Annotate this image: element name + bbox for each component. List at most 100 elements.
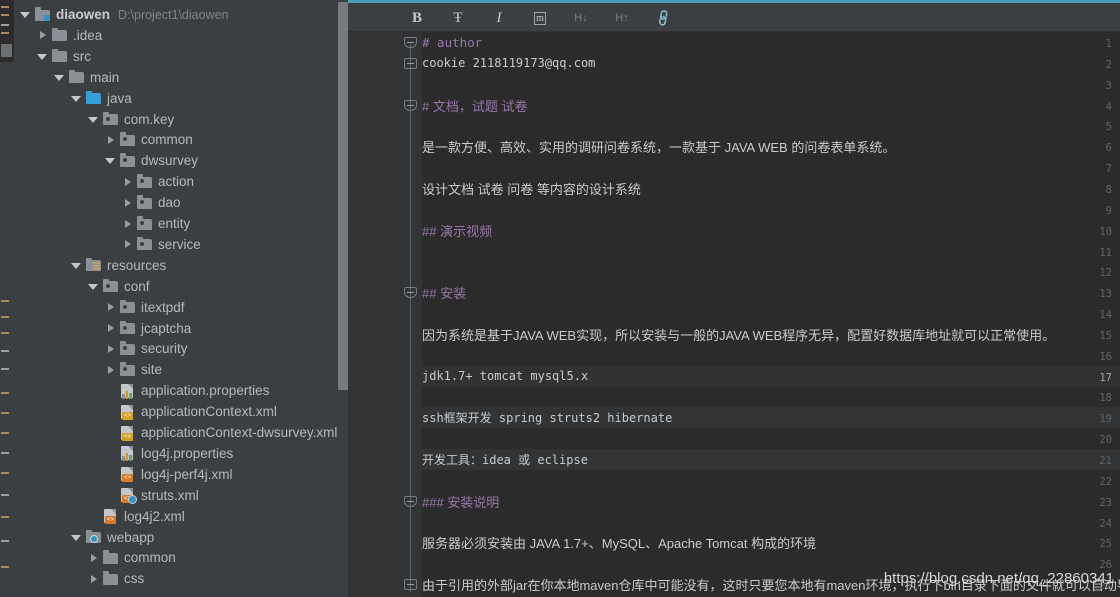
- tree-item-conf[interactable]: conf: [14, 276, 338, 297]
- properties-file-icon: [120, 445, 136, 462]
- editor-line[interactable]: [422, 345, 1120, 366]
- tree-item-application.properties[interactable]: application.properties: [14, 380, 338, 401]
- editor-line[interactable]: ## 安装: [422, 282, 1120, 303]
- tree-item-jcaptcha[interactable]: jcaptcha: [14, 318, 338, 339]
- tree-item-log4j-perf4j.xml[interactable]: <> log4j-perf4j.xml: [14, 464, 338, 485]
- chevron-right-icon[interactable]: [105, 323, 116, 334]
- tree-item-applicationcontext.xml[interactable]: <> applicationContext.xml: [14, 401, 338, 422]
- editor-line[interactable]: 设计文档 试卷 问卷 等内容的设计系统: [422, 178, 1120, 199]
- editor-gutter[interactable]: [348, 32, 400, 597]
- chevron-down-icon[interactable]: [71, 260, 82, 271]
- chevron-down-icon[interactable]: [88, 114, 99, 125]
- editor-line[interactable]: # author: [422, 32, 1120, 53]
- tree-item-label: site: [141, 362, 163, 378]
- editor-line-text: jdk1.7+ tomcat mysql5.x: [422, 369, 589, 384]
- fold-marker[interactable]: [404, 57, 417, 71]
- project-tree-panel[interactable]: diaowen D:\project1\diaowen .idea src main ja…: [14, 0, 338, 597]
- tree-item-itextpdf[interactable]: itextpdf: [14, 297, 338, 318]
- chevron-right-icon[interactable]: [122, 197, 133, 208]
- tree-item-common[interactable]: common: [14, 129, 338, 150]
- tree-item-resources[interactable]: resources: [14, 255, 338, 276]
- chevron-right-icon[interactable]: [122, 218, 133, 229]
- editor-line[interactable]: 是一款方便、高效、实用的调研问卷系统，一款基于 JAVA WEB 的问卷表单系统…: [422, 136, 1120, 157]
- tree-item-java[interactable]: java: [14, 88, 338, 109]
- editor-line[interactable]: [422, 199, 1120, 220]
- ide-window: diaowen D:\project1\diaowen .idea src main ja…: [0, 0, 1120, 597]
- fold-marker[interactable]: [404, 37, 417, 50]
- tree-item-.idea[interactable]: .idea: [14, 25, 338, 46]
- bold-icon[interactable]: B: [408, 9, 426, 27]
- chevron-right-icon[interactable]: [88, 552, 99, 563]
- editor-line[interactable]: # 文档，试题 试卷: [422, 95, 1120, 116]
- fold-marker[interactable]: [404, 495, 417, 509]
- markdown-editor[interactable]: B Ŧ Im H↓ H↑ 🔗 # author cookie 2118119173@qq.…: [348, 0, 1120, 597]
- chevron-down-icon[interactable]: [105, 155, 116, 166]
- editor-fold-gutter[interactable]: [400, 32, 422, 597]
- line-number: 17: [1099, 371, 1112, 384]
- editor-line[interactable]: 因为系统是基于JAVA WEB实现，所以安装与一般的JAVA WEB程序无异，配…: [422, 324, 1120, 345]
- tree-item-css[interactable]: css: [14, 568, 338, 589]
- tree-item-struts.xml[interactable]: <>struts.xml: [14, 485, 338, 506]
- editor-line[interactable]: [422, 512, 1120, 533]
- code-span-icon[interactable]: m: [531, 9, 549, 27]
- tree-item-diaowen[interactable]: diaowen D:\project1\diaowen: [14, 4, 338, 25]
- chevron-right-icon[interactable]: [88, 573, 99, 584]
- editor-line[interactable]: [422, 303, 1120, 324]
- heading-up-icon[interactable]: H↑: [613, 9, 631, 27]
- tree-item-service[interactable]: service: [14, 234, 338, 255]
- tree-item-applicationcontext-dwsurvey.xml[interactable]: <> applicationContext-dwsurvey.xml: [14, 422, 338, 443]
- heading-down-icon[interactable]: H↓: [572, 9, 590, 27]
- editor-line[interactable]: jdk1.7+ tomcat mysql5.x: [422, 365, 1120, 387]
- tree-item-entity[interactable]: entity: [14, 213, 338, 234]
- tree-item-dwsurvey[interactable]: dwsurvey: [14, 150, 338, 171]
- tree-item-dao[interactable]: dao: [14, 192, 338, 213]
- chevron-right-icon[interactable]: [105, 302, 116, 313]
- project-tree-scrollbar-thumb[interactable]: [338, 2, 348, 390]
- tree-item-common[interactable]: common: [14, 547, 338, 568]
- tree-item-src[interactable]: src: [14, 46, 338, 67]
- chevron-right-icon[interactable]: [122, 176, 133, 187]
- tree-item-security[interactable]: security: [14, 338, 338, 359]
- chevron-right-icon[interactable]: [105, 343, 116, 354]
- editor-line[interactable]: [422, 74, 1120, 95]
- editor-line[interactable]: [422, 470, 1120, 491]
- tree-item-action[interactable]: action: [14, 171, 338, 192]
- editor-line[interactable]: 服务器必须安装由 JAVA 1.7+、MySQL、Apache Tomcat 构…: [422, 532, 1120, 553]
- fold-marker[interactable]: [404, 287, 417, 300]
- tree-item-webapp[interactable]: webapp: [14, 527, 338, 548]
- chevron-down-icon[interactable]: [37, 51, 48, 62]
- strikethrough-icon[interactable]: Ŧ: [449, 9, 467, 27]
- editor-line[interactable]: [422, 115, 1120, 136]
- editor-line[interactable]: [422, 386, 1120, 407]
- line-number: 5: [1105, 121, 1112, 134]
- link-icon[interactable]: 🔗: [653, 8, 673, 28]
- chevron-down-icon[interactable]: [54, 72, 65, 83]
- tree-item-site[interactable]: site: [14, 359, 338, 380]
- chevron-down-icon[interactable]: [71, 532, 82, 543]
- chevron-right-icon[interactable]: [105, 364, 116, 375]
- italic-icon[interactable]: I: [490, 9, 508, 27]
- editor-text-area[interactable]: # author cookie 2118119173@qq.com # 文档，试题…: [422, 32, 1120, 597]
- editor-line[interactable]: 开发工具：idea 或 eclipse: [422, 449, 1120, 470]
- editor-line[interactable]: [422, 157, 1120, 178]
- editor-line[interactable]: cookie 2118119173@qq.com: [422, 53, 1120, 74]
- chevron-right-icon[interactable]: [105, 134, 116, 145]
- fold-marker[interactable]: [404, 99, 417, 113]
- chevron-down-icon[interactable]: [20, 9, 31, 20]
- chevron-right-icon[interactable]: [37, 30, 48, 41]
- fold-marker[interactable]: [404, 579, 417, 592]
- tree-item-log4j2.xml[interactable]: <> log4j2.xml: [14, 506, 338, 527]
- editor-line[interactable]: [422, 261, 1120, 282]
- tree-item-log4j.properties[interactable]: log4j.properties: [14, 443, 338, 464]
- editor-line[interactable]: [422, 428, 1120, 449]
- tree-item-main[interactable]: main: [14, 67, 338, 88]
- tree-item-com.key[interactable]: com.key: [14, 109, 338, 130]
- editor-line[interactable]: ### 安装说明: [422, 491, 1120, 512]
- chevron-right-icon[interactable]: [122, 239, 133, 250]
- editor-line[interactable]: [422, 241, 1120, 262]
- chevron-down-icon[interactable]: [88, 281, 99, 292]
- chevron-down-icon[interactable]: [71, 93, 82, 104]
- editor-line[interactable]: ssh框架开发 spring struts2 hibernate: [422, 407, 1120, 429]
- editor-line[interactable]: ## 演示视频: [422, 220, 1120, 241]
- markdown-toolbar[interactable]: B Ŧ Im H↓ H↑ 🔗: [348, 5, 1120, 32]
